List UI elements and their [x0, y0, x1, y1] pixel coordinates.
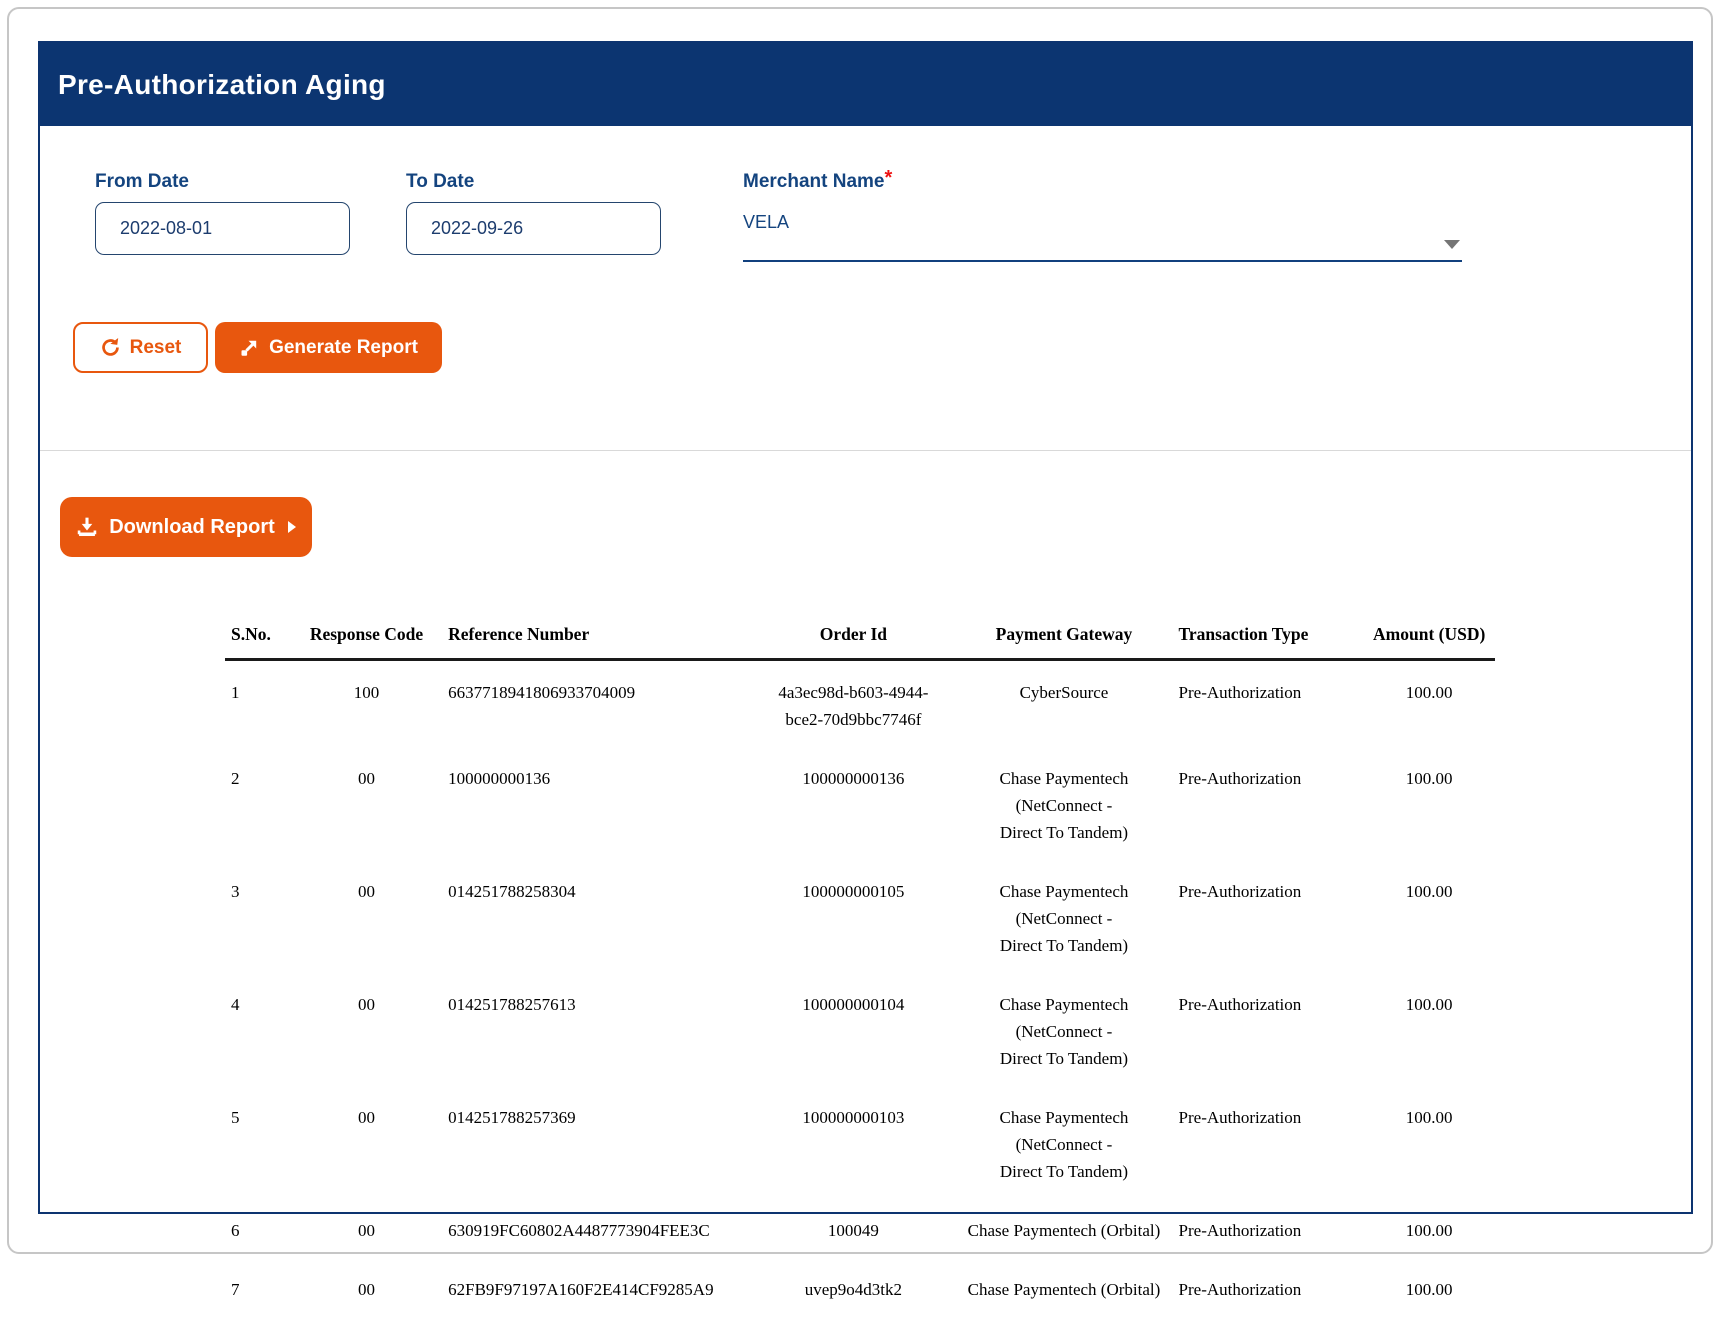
cell-response-code: 00: [291, 973, 442, 1086]
table-row: 6 00 630919FC60802A4487773904FEE3C 10004…: [225, 1199, 1495, 1258]
cell-order-id: uvep9o4d3tk2: [751, 1258, 955, 1317]
from-date-label: From Date: [95, 171, 189, 193]
cell-sno: 2: [225, 747, 291, 860]
cell-payment-gateway: Chase Paymentech (NetConnect - Direct To…: [955, 973, 1172, 1086]
table-row: 3 00 014251788258304 100000000105 Chase …: [225, 860, 1495, 973]
table-row: 2 00 100000000136 100000000136 Chase Pay…: [225, 747, 1495, 860]
cell-transaction-type: Pre-Authorization: [1173, 660, 1364, 748]
cell-amount: 100.00: [1363, 1199, 1495, 1258]
to-date-label: To Date: [406, 171, 474, 193]
cell-order-id: 4a3ec98d-b603-4944- bce2-70d9bbc7746f: [751, 660, 955, 748]
cell-order-id: 100049: [751, 1199, 955, 1258]
merchant-select-value: VELA: [743, 212, 789, 233]
reset-button-label: Reset: [130, 337, 182, 359]
required-asterisk: *: [885, 167, 893, 189]
cell-amount: 100.00: [1363, 747, 1495, 860]
cell-transaction-type: Pre-Authorization: [1173, 860, 1364, 973]
chevron-down-icon: [1444, 240, 1460, 249]
cell-payment-gateway: Chase Paymentech (Orbital): [955, 1258, 1172, 1317]
cell-sno: 3: [225, 860, 291, 973]
cell-sno: 7: [225, 1258, 291, 1317]
merchant-select[interactable]: VELA: [743, 208, 1462, 262]
cell-sno: 1: [225, 660, 291, 748]
cell-payment-gateway: Chase Paymentech (NetConnect - Direct To…: [955, 747, 1172, 860]
cell-response-code: 00: [291, 747, 442, 860]
cell-reference-number: 014251788258304: [442, 860, 751, 973]
cell-response-code: 00: [291, 1258, 442, 1317]
table-header-row: S.No. Response Code Reference Number Ord…: [225, 606, 1495, 660]
table-row: 4 00 014251788257613 100000000104 Chase …: [225, 973, 1495, 1086]
report-card: Pre-Authorization Aging From Date To Dat…: [38, 41, 1693, 1214]
to-date-input[interactable]: [406, 202, 661, 255]
cell-order-id: 100000000103: [751, 1086, 955, 1199]
section-divider: [40, 450, 1691, 451]
cell-response-code: 00: [291, 1086, 442, 1199]
column-header-response-code: Response Code: [291, 606, 442, 660]
cell-reference-number: 014251788257613: [442, 973, 751, 1086]
cell-reference-number: 100000000136: [442, 747, 751, 860]
cell-payment-gateway: Chase Paymentech (NetConnect - Direct To…: [955, 860, 1172, 973]
column-header-reference-number: Reference Number: [442, 606, 751, 660]
cell-reference-number: 630919FC60802A4487773904FEE3C: [442, 1199, 751, 1258]
cell-amount: 100.00: [1363, 660, 1495, 748]
cell-order-id: 100000000105: [751, 860, 955, 973]
cell-order-id: 100000000136: [751, 747, 955, 860]
cell-sno: 4: [225, 973, 291, 1086]
report-table-body: 1 100 6637718941806933704009 4a3ec98d-b6…: [225, 660, 1495, 1317]
column-header-amount: Amount (USD): [1363, 606, 1495, 660]
table-row: 5 00 014251788257369 100000000103 Chase …: [225, 1086, 1495, 1199]
page-title: Pre-Authorization Aging: [58, 69, 386, 101]
report-table-container: S.No. Response Code Reference Number Ord…: [225, 606, 1495, 1317]
cell-reference-number: 014251788257369: [442, 1086, 751, 1199]
generate-report-button-label: Generate Report: [269, 337, 418, 359]
cell-response-code: 00: [291, 860, 442, 973]
cell-transaction-type: Pre-Authorization: [1173, 1086, 1364, 1199]
cell-transaction-type: Pre-Authorization: [1173, 1199, 1364, 1258]
download-report-button-label: Download Report: [109, 516, 275, 539]
cell-amount: 100.00: [1363, 973, 1495, 1086]
cell-reference-number: 6637718941806933704009: [442, 660, 751, 748]
generate-report-button[interactable]: Generate Report: [215, 322, 442, 373]
caret-right-icon: [288, 521, 296, 533]
cell-sno: 5: [225, 1086, 291, 1199]
column-header-transaction-type: Transaction Type: [1173, 606, 1364, 660]
report-table: S.No. Response Code Reference Number Ord…: [225, 606, 1495, 1317]
cell-response-code: 00: [291, 1199, 442, 1258]
download-report-button[interactable]: Download Report: [60, 497, 312, 557]
cell-amount: 100.00: [1363, 1086, 1495, 1199]
column-header-payment-gateway: Payment Gateway: [955, 606, 1172, 660]
cell-payment-gateway: Chase Paymentech (NetConnect - Direct To…: [955, 1086, 1172, 1199]
cell-amount: 100.00: [1363, 860, 1495, 973]
download-icon: [76, 516, 98, 538]
cell-payment-gateway: CyberSource: [955, 660, 1172, 748]
cell-sno: 6: [225, 1199, 291, 1258]
page-header: Pre-Authorization Aging: [40, 43, 1691, 126]
export-icon: [239, 338, 259, 358]
from-date-input[interactable]: [95, 202, 350, 255]
cell-order-id: 100000000104: [751, 973, 955, 1086]
column-header-order-id: Order Id: [751, 606, 955, 660]
table-row: 7 00 62FB9F97197A160F2E414CF9285A9 uvep9…: [225, 1258, 1495, 1317]
column-header-sno: S.No.: [225, 606, 291, 660]
cell-payment-gateway: Chase Paymentech (Orbital): [955, 1199, 1172, 1258]
merchant-name-label-text: Merchant Name: [743, 171, 885, 192]
cell-transaction-type: Pre-Authorization: [1173, 747, 1364, 860]
table-row: 1 100 6637718941806933704009 4a3ec98d-b6…: [225, 660, 1495, 748]
cell-response-code: 100: [291, 660, 442, 748]
merchant-name-label: Merchant Name*: [743, 171, 892, 193]
cell-transaction-type: Pre-Authorization: [1173, 973, 1364, 1086]
from-date-label-text: From Date: [95, 171, 189, 192]
cell-reference-number: 62FB9F97197A160F2E414CF9285A9: [442, 1258, 751, 1317]
to-date-label-text: To Date: [406, 171, 474, 192]
cell-amount: 100.00: [1363, 1258, 1495, 1317]
cell-transaction-type: Pre-Authorization: [1173, 1258, 1364, 1317]
refresh-icon: [100, 337, 121, 358]
reset-button[interactable]: Reset: [73, 322, 208, 373]
